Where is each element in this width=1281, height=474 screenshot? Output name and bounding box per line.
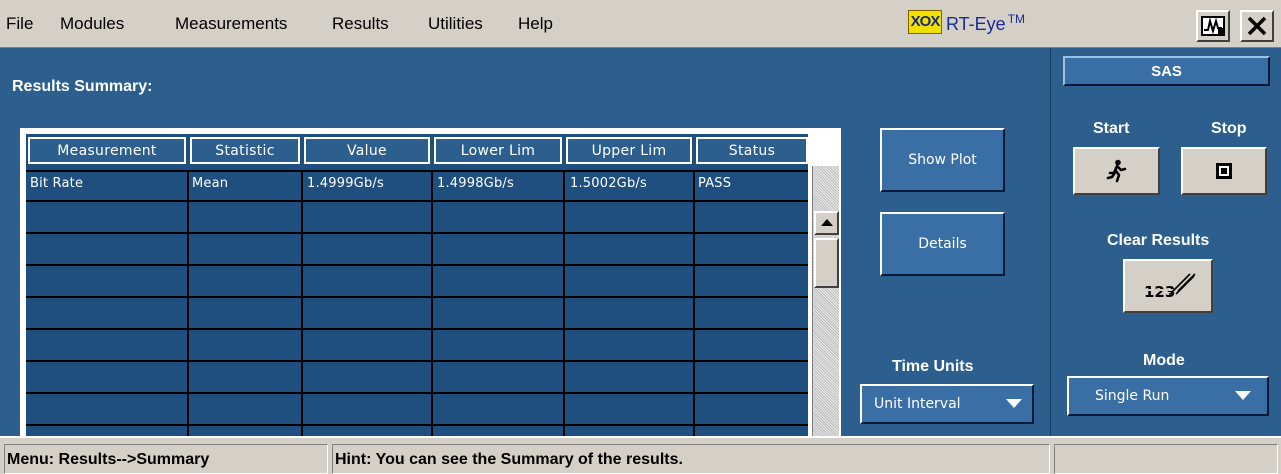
details-button[interactable]: Details (880, 212, 1005, 276)
time-units-dropdown[interactable]: Unit Interval (860, 384, 1034, 424)
start-label: Start (1093, 120, 1130, 137)
menu-utilities[interactable]: Utilities (428, 14, 483, 34)
menu-results[interactable]: Results (332, 14, 389, 34)
table-scrollbar[interactable] (812, 166, 839, 474)
cell-upper-lim: 1.5002Gb/s (570, 176, 647, 191)
mode-dropdown[interactable]: Single Run (1067, 376, 1269, 416)
column-divider (563, 170, 565, 474)
time-units-label: Time Units (892, 358, 974, 375)
running-man-icon (1106, 159, 1126, 183)
chevron-down-icon (1235, 391, 1251, 400)
cell-status: PASS (698, 176, 732, 191)
eraser-123-icon: 123 (1142, 273, 1196, 301)
mode-value: Single Run (1095, 388, 1170, 404)
menu-file[interactable]: File (6, 14, 33, 34)
minimize-to-scope-button[interactable] (1196, 10, 1230, 42)
stop-icon (1216, 163, 1232, 179)
scroll-up-button[interactable] (814, 211, 839, 235)
arrow-up-icon (821, 219, 833, 226)
column-header-lower-lim[interactable]: Lower Lim (434, 137, 562, 164)
menu-help[interactable]: Help (518, 14, 553, 34)
section-title: Results Summary: (12, 78, 153, 95)
column-header-statistic[interactable]: Statistic (190, 137, 300, 164)
results-grid: Measurement Statistic Value Lower Lim Up… (26, 134, 808, 474)
row-divider (26, 360, 808, 362)
start-button[interactable] (1073, 147, 1160, 195)
cell-value: 1.4999Gb/s (307, 176, 384, 191)
close-icon (1247, 16, 1267, 36)
status-bar: Menu: Results-->Summary Hint: You can se… (0, 436, 1281, 474)
app-title-text: RT-Eye (946, 14, 1006, 34)
column-divider (301, 170, 303, 474)
cell-measurement: Bit Rate (30, 176, 84, 191)
stop-label: Stop (1211, 120, 1247, 137)
clear-icon-text: 123 (1144, 283, 1175, 301)
column-header-upper-lim[interactable]: Upper Lim (566, 137, 692, 164)
column-divider (693, 170, 695, 474)
row-divider (26, 328, 808, 330)
mode-label: Mode (1143, 352, 1185, 369)
app-title: RT-Eye TM (946, 12, 1025, 35)
column-divider (431, 170, 433, 474)
cell-lower-lim: 1.4998Gb/s (437, 176, 514, 191)
control-panel: SAS Start Stop Clear Results 123 Mode Si… (1050, 48, 1281, 436)
row-divider (26, 392, 808, 394)
row-divider (26, 232, 808, 234)
row-divider (26, 200, 808, 202)
close-button[interactable] (1240, 10, 1274, 42)
row-divider (26, 296, 808, 298)
cell-statistic: Mean (192, 176, 229, 191)
column-header-status[interactable]: Status (696, 137, 808, 164)
tektronix-logo: XOX (908, 10, 942, 34)
scroll-thumb[interactable] (814, 238, 839, 288)
menu-bar: File Modules Measurements Results Utilit… (0, 0, 1281, 48)
chevron-down-icon (1006, 399, 1022, 408)
row-divider (26, 424, 808, 426)
results-panel: Results Summary: Measurement Statistic V… (0, 48, 1050, 474)
stop-button[interactable] (1181, 147, 1267, 195)
status-extra (1054, 444, 1278, 474)
clear-results-button[interactable]: 123 (1123, 259, 1213, 313)
time-units-value: Unit Interval (874, 396, 961, 412)
column-header-measurement[interactable]: Measurement (28, 137, 186, 164)
column-divider (187, 170, 189, 474)
menu-measurements[interactable]: Measurements (175, 14, 287, 34)
status-menu-path: Menu: Results-->Summary (4, 444, 328, 474)
clear-results-label: Clear Results (1107, 232, 1210, 249)
row-divider (26, 264, 808, 266)
row-divider (26, 170, 808, 172)
trademark-mark: TM (1007, 12, 1026, 26)
status-hint: Hint: You can see the Summary of the res… (332, 444, 1050, 474)
column-header-value[interactable]: Value (304, 137, 430, 164)
scope-waveform-icon (1201, 16, 1225, 36)
show-plot-button[interactable]: Show Plot (880, 128, 1005, 192)
standard-label: SAS (1063, 56, 1270, 86)
menu-modules[interactable]: Modules (60, 14, 124, 34)
results-table: Measurement Statistic Value Lower Lim Up… (20, 128, 841, 474)
